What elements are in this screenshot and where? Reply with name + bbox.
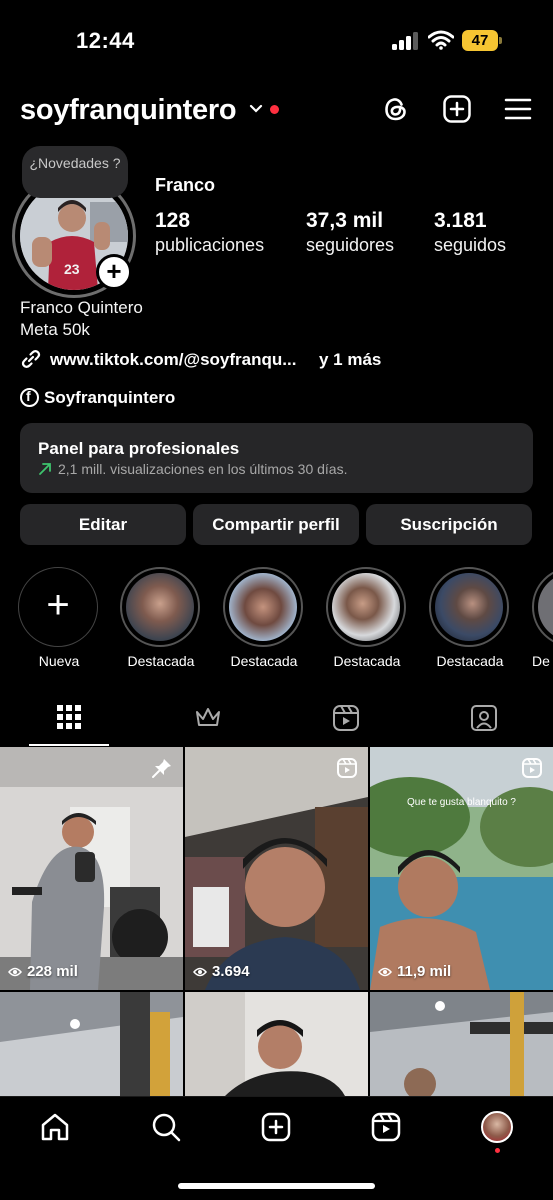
profile-header: soyfranquintero [0, 88, 553, 132]
highlight-label: Nueva [38, 653, 80, 669]
home-icon[interactable] [39, 1111, 71, 1143]
bio-name: Franco Quintero [20, 298, 143, 317]
bio-link-url[interactable]: www.tiktok.com/@soyfranqu... [50, 350, 296, 370]
status-time: 12:44 [76, 28, 135, 53]
stat-posts-value: 128 [155, 209, 191, 232]
stat-following-value: 3.181 [434, 209, 487, 232]
post-thumbnail[interactable]: 228 mil [0, 747, 183, 990]
post-thumbnail[interactable] [185, 992, 368, 1096]
highlight-item[interactable]: De [532, 567, 553, 677]
plus-icon: + [46, 583, 70, 627]
eye-icon [193, 967, 207, 976]
dashboard-subtitle: 2,1 mill. visualizaciones en los últimos… [58, 461, 348, 477]
view-count: 228 mil [8, 963, 78, 980]
highlight-cover [126, 573, 194, 641]
reels-icon [333, 705, 359, 731]
facebook-name[interactable]: Soyfranquintero [44, 388, 175, 408]
profile-avatar-nav[interactable] [481, 1111, 513, 1143]
notification-dot [495, 1148, 500, 1153]
highlight-label: Destacada [436, 653, 504, 669]
wifi-icon [428, 30, 454, 50]
tab-tagged[interactable] [443, 700, 523, 746]
highlight-cover [332, 573, 400, 641]
battery-level: 47 [462, 30, 498, 51]
stat-followers-value: 37,3 mil [306, 209, 384, 232]
reels-icon[interactable] [370, 1111, 402, 1143]
create-icon[interactable] [260, 1111, 292, 1143]
reel-icon [337, 758, 357, 778]
eye-icon [378, 967, 392, 976]
facebook-icon: f [20, 388, 39, 407]
display-name: Franco [155, 175, 216, 195]
stat-posts[interactable]: 128 publicaciones [155, 209, 264, 257]
notes-bubble[interactable]: ¿Novedades ? [22, 146, 128, 198]
highlight-label: De [532, 653, 550, 669]
view-count-value: 228 mil [27, 963, 78, 980]
stat-posts-label: publicaciones [155, 235, 265, 255]
stat-following-label: seguidos [434, 235, 507, 255]
tagged-icon [471, 705, 497, 731]
highlight-label: Destacada [127, 653, 195, 669]
highlight-item[interactable]: Destacada [120, 567, 202, 677]
stat-followers[interactable]: 37,3 mil seguidores [306, 209, 394, 257]
post-thumbnail[interactable] [370, 992, 553, 1096]
highlight-label: Destacada [333, 653, 401, 669]
highlight-item[interactable]: Destacada [429, 567, 511, 677]
home-indicator [178, 1183, 375, 1189]
stat-followers-label: seguidores [306, 235, 395, 255]
professional-dashboard[interactable]: Panel para profesionales 2,1 mill. visua… [20, 423, 533, 493]
status-bar: 12:44 47 [0, 0, 553, 82]
share-profile-button[interactable]: Compartir perfil [193, 504, 359, 545]
tab-posts[interactable] [29, 700, 109, 746]
highlight-item[interactable]: Destacada [326, 567, 408, 677]
create-icon[interactable] [442, 94, 472, 124]
highlight-item[interactable]: Destacada [223, 567, 305, 677]
highlight-cover [229, 573, 297, 641]
post-caption: Que te gusta blanquito ? [407, 797, 516, 808]
post-thumbnail[interactable] [0, 992, 183, 1096]
grid-icon [57, 705, 81, 729]
subscription-button[interactable]: Suscripción [366, 504, 532, 545]
dashboard-title: Panel para profesionales [38, 439, 240, 458]
view-count-value: 3.694 [212, 963, 250, 980]
notification-dot [270, 105, 279, 114]
threads-icon[interactable] [381, 94, 411, 124]
search-icon[interactable] [150, 1111, 182, 1143]
account-switcher[interactable]: soyfranquintero [20, 94, 237, 127]
trend-up-icon [39, 463, 51, 475]
battery-icon: 47 [462, 30, 502, 51]
highlight-cover [435, 573, 503, 641]
add-story-button[interactable]: + [96, 254, 132, 290]
bio-text: Meta 50k [20, 320, 90, 339]
bio-link-more[interactable]: y 1 más [319, 350, 381, 370]
view-count: 3.694 [193, 963, 250, 980]
view-count: 11,9 mil [378, 963, 451, 980]
tab-subscriptions[interactable] [167, 700, 247, 746]
link-icon [21, 350, 41, 368]
menu-icon[interactable] [503, 94, 533, 124]
reel-icon [522, 758, 542, 778]
eye-icon [8, 967, 22, 976]
highlight-new[interactable]: + Nueva [18, 567, 100, 677]
stat-following[interactable]: 3.181 seguidos [434, 209, 506, 257]
view-count-value: 11,9 mil [397, 963, 452, 980]
svg-text:23: 23 [64, 261, 80, 277]
highlight-label: Destacada [230, 653, 298, 669]
chevron-down-icon[interactable] [249, 103, 263, 115]
tab-reels[interactable] [305, 700, 385, 746]
post-thumbnail[interactable]: 3.694 [185, 747, 368, 990]
crown-icon [196, 708, 220, 726]
edit-profile-button[interactable]: Editar [20, 504, 186, 545]
post-thumbnail[interactable]: Que te gusta blanquito ? 11,9 mil [370, 747, 553, 990]
pin-icon [152, 759, 171, 778]
signal-icon [392, 32, 420, 50]
